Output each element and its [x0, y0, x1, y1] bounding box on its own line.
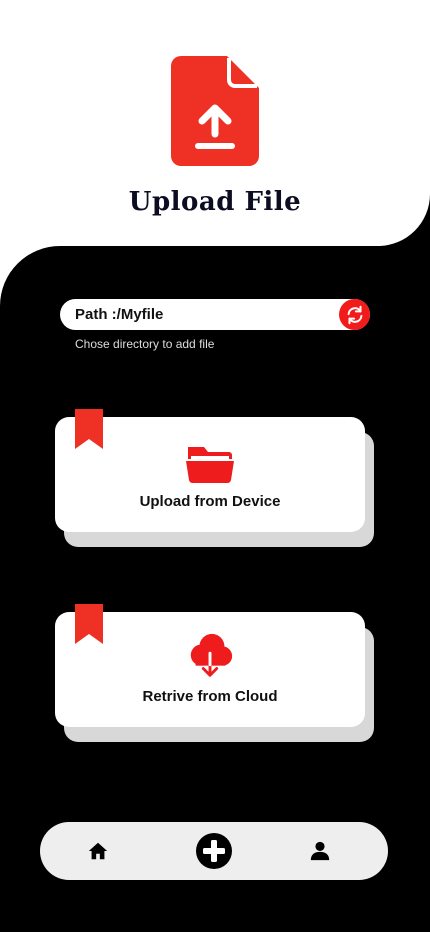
- upload-device-card-wrap: Upload from Device: [55, 409, 375, 547]
- refresh-icon: [347, 305, 362, 324]
- add-circle-icon: [196, 833, 232, 869]
- upload-from-device-button[interactable]: Upload from Device: [55, 409, 365, 532]
- path-hint: Chose directory to add file: [75, 337, 215, 351]
- cloud-download-icon: [190, 633, 233, 677]
- home-icon: [88, 842, 108, 860]
- nav-home-button[interactable]: [78, 822, 118, 880]
- panel-corner: [0, 246, 60, 306]
- user-icon: [310, 841, 330, 861]
- nav-add-button[interactable]: [194, 822, 234, 880]
- page-title: Upload File: [128, 187, 302, 217]
- refresh-button[interactable]: [339, 299, 370, 330]
- bottom-nav: [40, 822, 388, 880]
- bookmark-icon: [75, 604, 103, 644]
- path-input[interactable]: Path :/Myfile: [60, 299, 370, 330]
- path-value: Path :/Myfile: [75, 306, 164, 323]
- card-label: Retrive from Cloud: [142, 688, 278, 705]
- bookmark-icon: [75, 409, 103, 449]
- retrieve-cloud-card-wrap: Retrive from Cloud: [55, 604, 375, 742]
- folder-icon: [186, 447, 234, 484]
- card-label: Upload from Device: [139, 493, 281, 510]
- file-upload-icon: [171, 56, 259, 166]
- retrieve-from-cloud-button[interactable]: Retrive from Cloud: [55, 604, 365, 727]
- nav-profile-button[interactable]: [300, 822, 340, 880]
- header-panel: Upload File: [0, 0, 430, 246]
